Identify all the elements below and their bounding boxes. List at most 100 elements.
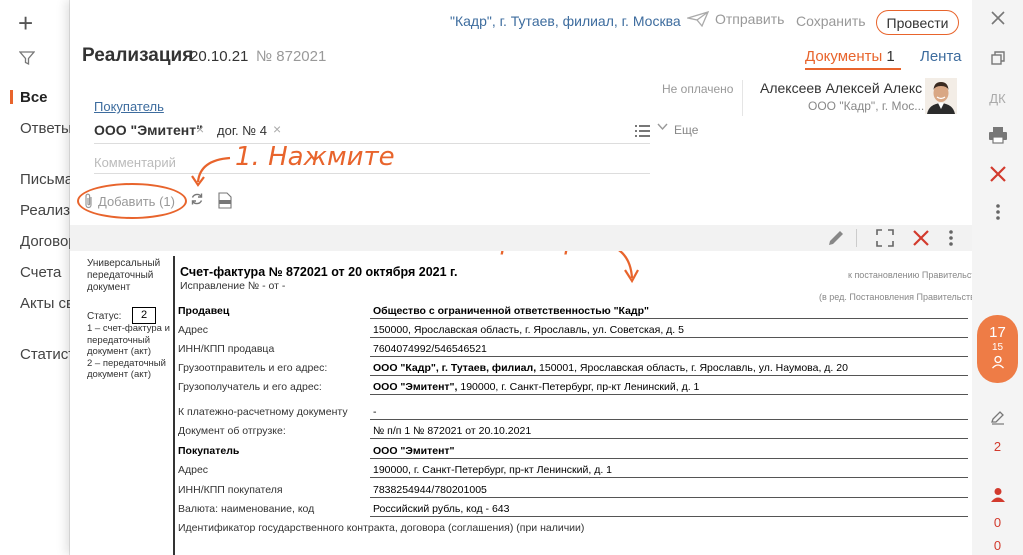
more-vertical-icon[interactable] — [948, 229, 954, 252]
filter-icon[interactable] — [18, 50, 36, 71]
printer-icon[interactable] — [972, 126, 1023, 149]
document-divider — [173, 256, 175, 555]
row-buyer-address-value: 190000, г. Санкт-Петербург, пр-кт Ленинс… — [373, 464, 613, 476]
row-line — [370, 318, 968, 319]
annotation-step-1: 1. Нажмите — [235, 142, 395, 172]
avatar[interactable] — [925, 78, 957, 114]
row-line — [370, 375, 968, 376]
row-contract-id-label: Идентификатор государственного контракта… — [178, 522, 585, 534]
row-consignee-value: ООО "Эмитент", 190000, г. Санкт-Петербур… — [373, 381, 699, 393]
row-shipment-doc-value: № п/п 1 № 872021 от 20.10.2021 — [373, 425, 532, 437]
xml-file-icon[interactable] — [218, 192, 232, 214]
send-label: Отправить — [715, 11, 785, 27]
nav-item-invoices[interactable]: Счета — [20, 264, 61, 281]
row-seller-inn-value: 7604074992/546546521 — [373, 343, 487, 355]
refresh-icon[interactable] — [190, 192, 204, 210]
nav-item-letters[interactable]: Письма — [20, 171, 73, 188]
organization-link[interactable]: "Кадр", г. Тутаев, филиал, г. Москва — [450, 13, 681, 29]
list-icon[interactable] — [635, 124, 650, 142]
paperclip-icon — [85, 193, 92, 209]
payment-status[interactable]: Не оплачено — [662, 82, 733, 96]
more-vertical-icon[interactable] — [972, 203, 1023, 226]
tab-documents-label: Документы — [805, 48, 883, 65]
delete-icon[interactable] — [972, 165, 1023, 188]
deadline-sub: 15 — [991, 342, 1004, 353]
contract-value[interactable]: дог. № 4 — [217, 123, 267, 138]
document-panel: "Кадр", г. Тутаев, филиал, г. Москва Отп… — [70, 0, 972, 555]
responsible-person-name[interactable]: Алексеев Алексей Алексеевич — [760, 80, 922, 96]
more-fields-link[interactable]: Еще — [674, 123, 698, 137]
dk-button[interactable]: ДК — [972, 91, 1023, 106]
nav-item-all[interactable]: Все — [20, 89, 48, 106]
page-title: Реализация — [82, 45, 194, 66]
row-seller-inn-label: ИНН/КПП продавца — [178, 343, 275, 355]
divider — [742, 80, 743, 116]
row-currency-label: Валюта: наименование, код — [178, 503, 315, 515]
row-line — [370, 394, 968, 395]
tab-documents-count: 1 — [886, 48, 895, 65]
document-date[interactable]: 20.10.21 — [190, 48, 248, 65]
row-shipper-value: ООО "Кадр", г. Тутаев, филиал, 150001, Я… — [373, 362, 848, 374]
remove-contract-icon[interactable]: × — [273, 121, 281, 137]
messages-count: 2 — [993, 439, 1002, 454]
nav-item-statistics[interactable]: Статист — [20, 346, 75, 363]
left-navigation: + Все Ответы Письма Реализа Договор Счет… — [0, 0, 78, 555]
invoice-reference-2: (в ред. Постановления Правительства — [819, 292, 972, 302]
nav-item-replies[interactable]: Ответы — [20, 120, 72, 137]
invoice-title: Счет-фактура № 872021 от 20 октября 2021… — [180, 265, 458, 279]
row-line — [370, 438, 968, 439]
row-payment-doc-label: К платежно-расчетному документу — [178, 406, 348, 418]
deadline-day: 17 — [989, 324, 1006, 341]
row-seller-label: Продавец — [178, 305, 230, 317]
row-line — [370, 356, 968, 357]
row-shipment-doc-label: Документ об отгрузке: — [178, 425, 286, 437]
row-shipper-label: Грузоотправитель и его адрес: — [178, 362, 328, 374]
tab-documents[interactable]: Документы 1 — [805, 48, 895, 65]
deadline-badge[interactable]: 17 15 — [977, 315, 1018, 383]
fullscreen-icon[interactable] — [876, 229, 894, 252]
document-status-label: Статус: — [87, 311, 122, 322]
row-line — [370, 516, 968, 517]
toolbar-divider — [856, 229, 857, 247]
nav-item-contracts[interactable]: Договор — [20, 233, 77, 250]
send-plane-icon — [687, 11, 709, 27]
buyer-label[interactable]: Покупатель — [94, 99, 164, 114]
edit-pencil-icon[interactable] — [827, 229, 845, 252]
nav-item-reconciliation[interactable]: Акты св — [20, 295, 74, 312]
row-consignee-label: Грузополучатель и его адрес: — [178, 381, 322, 393]
document-status-value: 2 — [132, 307, 156, 324]
add-attachment-button[interactable]: Добавить (1) — [84, 193, 175, 209]
row-buyer-address-label: Адрес — [178, 464, 209, 476]
row-line — [370, 477, 968, 478]
delete-document-icon[interactable] — [912, 229, 930, 252]
copy-window-icon[interactable] — [972, 50, 1023, 71]
chevron-down-icon[interactable] — [657, 120, 668, 134]
create-plus-icon[interactable]: + — [18, 8, 33, 39]
row-seller-value: Общество с ограниченной ответственностью… — [373, 305, 649, 317]
buyer-value[interactable]: ООО "Эмитент" — [94, 122, 203, 138]
nav-active-marker — [10, 90, 13, 104]
comment-input[interactable]: Комментарий — [94, 155, 176, 170]
tab-feed[interactable]: Лента — [920, 48, 962, 65]
conduct-button[interactable]: Провести — [876, 10, 959, 35]
document-number[interactable]: № 872021 — [256, 48, 326, 65]
send-button[interactable]: Отправить — [687, 11, 784, 27]
document-status-notes: 1 – счет-фактура и передаточный документ… — [87, 323, 170, 380]
row-buyer-inn-value: 7838254944/780201005 — [373, 484, 487, 496]
row-buyer-label: Покупатель — [178, 445, 240, 457]
messages-icon[interactable] — [972, 410, 1023, 431]
row-shipper-address: 150001, Ярославская область, г. Ярославл… — [536, 362, 848, 374]
close-icon[interactable] — [972, 10, 1023, 31]
row-currency-value: Российский рубль, код - 643 — [373, 503, 510, 515]
save-button[interactable]: Сохранить — [796, 13, 866, 29]
remove-buyer-icon[interactable]: × — [196, 121, 204, 137]
active-tab-underline — [805, 68, 901, 70]
row-buyer-inn-label: ИНН/КПП покупателя — [178, 484, 283, 496]
people-count-1: 0 — [993, 515, 1002, 530]
row-consignee-name: ООО "Эмитент", — [373, 381, 458, 393]
people-icon[interactable] — [972, 487, 1023, 508]
row-payment-doc-value: - — [373, 406, 377, 418]
row-consignee-address: 190000, г. Санкт-Петербург, пр-кт Ленинс… — [457, 381, 700, 393]
people-count-2: 0 — [993, 538, 1002, 553]
person-icon — [991, 355, 1004, 369]
